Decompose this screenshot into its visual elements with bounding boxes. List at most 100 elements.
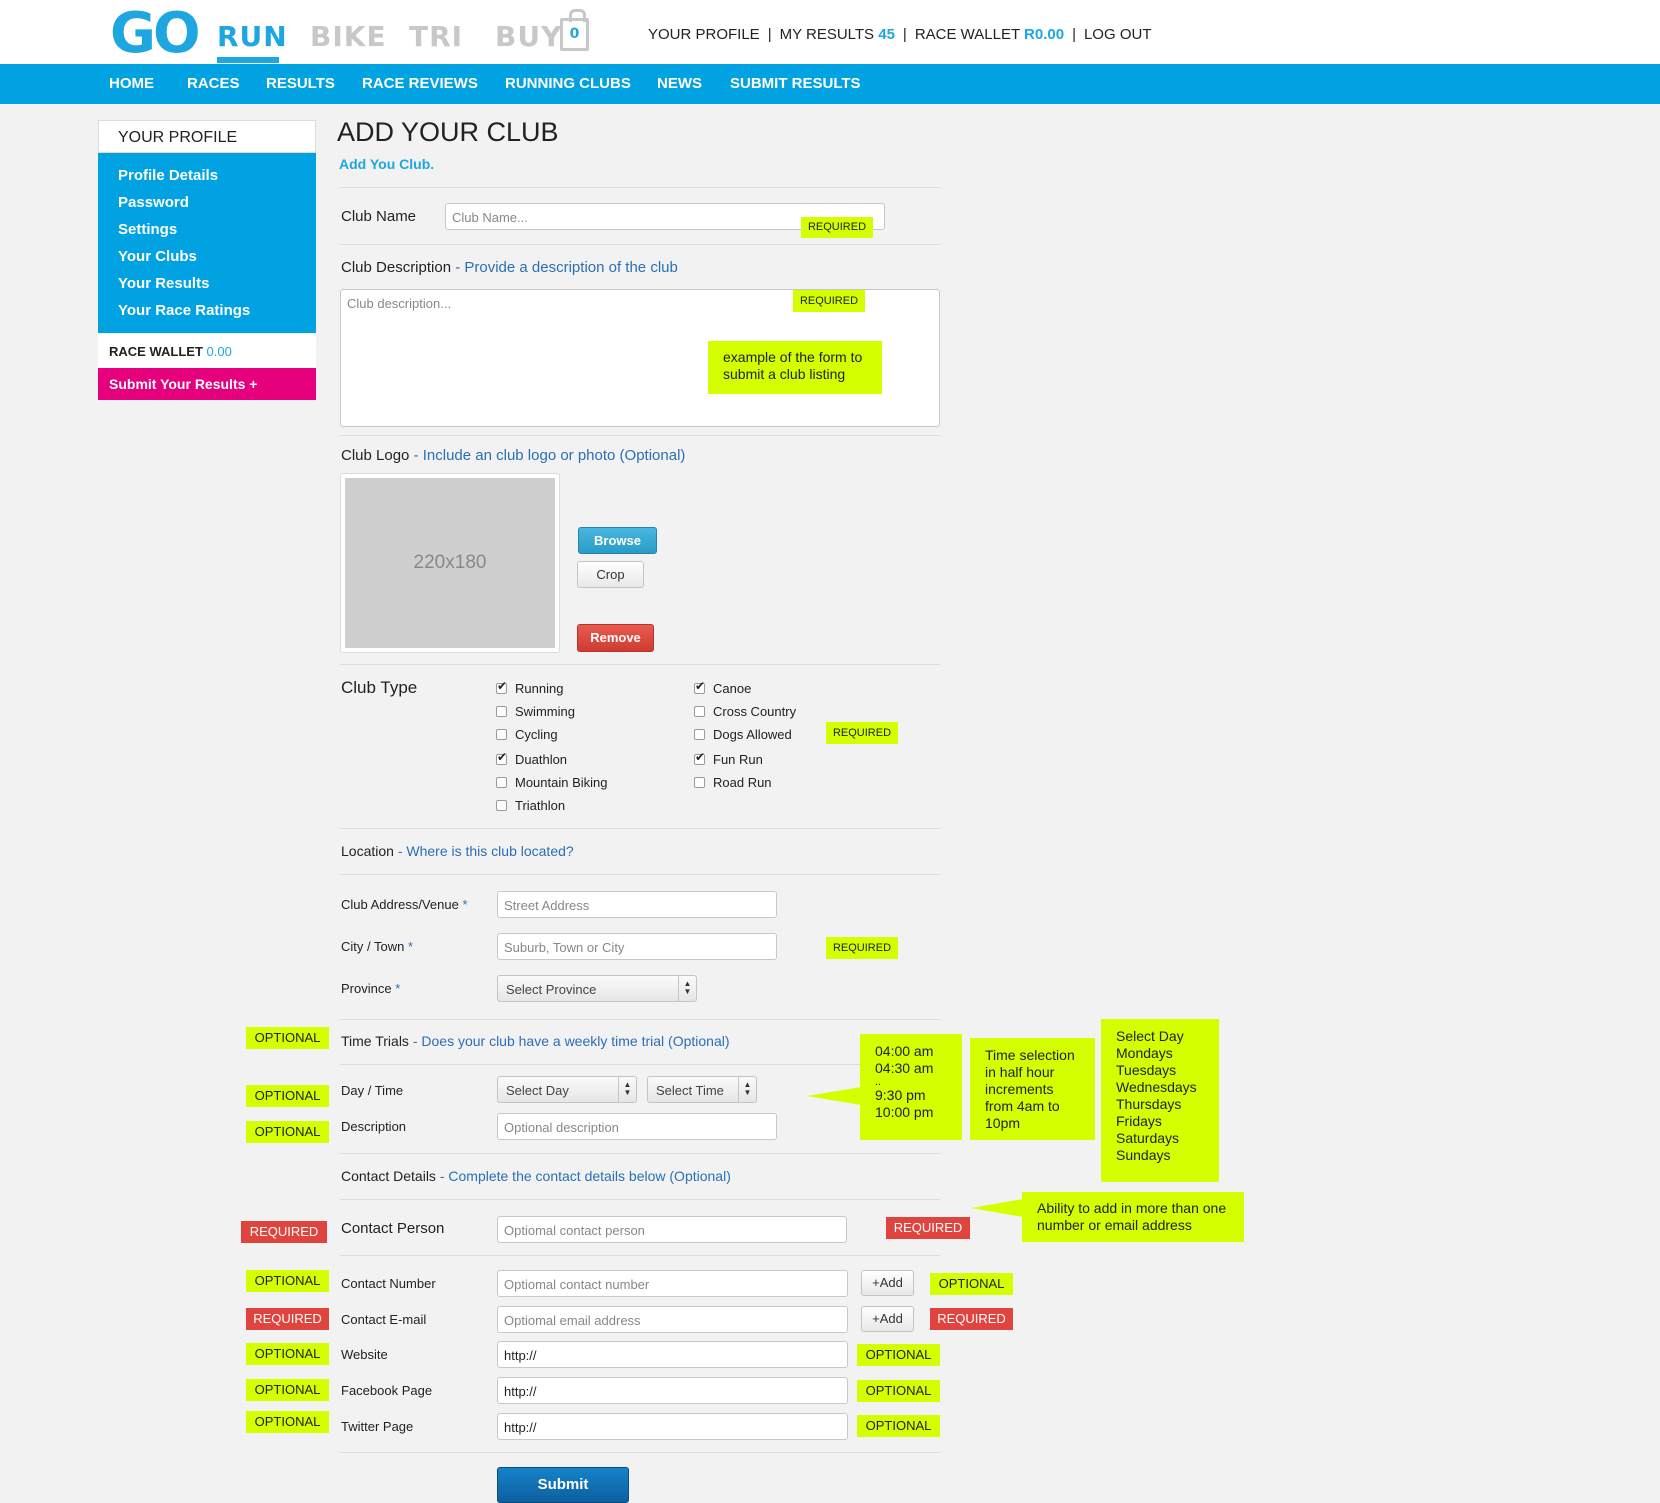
time-selection-note: Time selection in half hour increments f… [970,1038,1095,1140]
checkbox-cycling[interactable]: Cycling [496,727,558,742]
sidebar-title: YOUR PROFILE [98,120,316,153]
add-email-button[interactable]: +Add [861,1306,914,1332]
contact-email-label: Contact E-mail [341,1312,427,1327]
divider [340,1255,940,1256]
facebook-page-input[interactable]: http:// [497,1377,848,1404]
logo-preview-frame: 220x180 [340,473,560,653]
checkbox-triathlon[interactable]: Triathlon [496,798,565,813]
log-out-link[interactable]: LOG OUT [1084,26,1152,43]
submit-results-button[interactable]: Submit Your Results + [98,368,316,400]
required-badge: REQUIRED [826,722,898,744]
checkbox-label: Canoe [713,681,752,696]
select-day-value: Select Day [506,1083,569,1098]
optional-badge: OPTIONAL [930,1273,1013,1295]
select-arrows-icon: ▲ ▼ [618,1077,636,1102]
day-option: Sundays [1116,1147,1171,1163]
multi-contact-note: Ability to add in more than one number o… [1022,1192,1244,1242]
contact-person-input[interactable]: Optiomal contact person [497,1216,847,1243]
checkbox-duathlon[interactable]: Duathlon [496,750,568,767]
my-results-link[interactable]: MY RESULTS 45 [780,26,895,43]
checkbox-canoe[interactable]: Canoe [694,679,752,696]
checkbox-label: Running [515,681,564,696]
sport-tab-buy[interactable]: BUY [495,20,562,53]
race-wallet-link[interactable]: RACE WALLET R0.00 [915,26,1064,43]
checkbox-icon [694,706,705,717]
time-trial-description-input[interactable]: Optional description [497,1113,777,1140]
crop-button[interactable]: Crop [577,561,644,588]
street-address-input[interactable]: Street Address [497,891,777,918]
day-option: Select Day [1116,1028,1184,1044]
required-badge: REQUIRED [930,1308,1013,1330]
shopping-bag-icon[interactable]: 0 [560,9,589,51]
location-label: Location - Where is this club located? [341,843,574,859]
sidebar-item-your-results[interactable]: Your Results [118,275,209,292]
divider [340,664,940,665]
remove-button[interactable]: Remove [577,624,654,652]
province-select-value: Select Province [506,982,597,997]
checkbox-cross-country[interactable]: Cross Country [694,704,796,719]
club-logo-label-text: Club Logo [341,447,410,464]
your-profile-link[interactable]: YOUR PROFILE [648,26,760,43]
required-asterisk: * [407,939,414,954]
checkbox-icon [496,679,507,694]
checkbox-label: Triathlon [515,798,566,813]
city-town-input[interactable]: Suburb, Town or City [497,933,777,960]
nav-running-clubs[interactable]: RUNNING CLUBS [505,75,631,92]
separator: | [767,26,772,43]
day-option: Fridays [1116,1113,1162,1129]
nav-race-reviews[interactable]: RACE REVIEWS [362,75,478,92]
nav-home[interactable]: HOME [109,75,154,92]
main-nav: HOME RACES RESULTS RACE REVIEWS RUNNING … [0,64,1660,104]
nav-news[interactable]: NEWS [657,75,702,92]
sidebar-item-profile-details[interactable]: Profile Details [118,167,218,184]
race-wallet-label: RACE WALLET [914,26,1020,43]
sport-tab-bike[interactable]: BIKE [310,20,387,53]
sidebar-item-settings[interactable]: Settings [118,221,177,238]
checkbox-label: Road Run [713,775,772,790]
nav-races[interactable]: RACES [187,75,240,92]
browse-button[interactable]: Browse [578,527,657,554]
twitter-page-input[interactable]: http:// [497,1413,848,1440]
checkbox-label: Duathlon [515,752,568,767]
checkbox-label: Mountain Biking [515,775,608,790]
contact-email-input[interactable]: Optiomal email address [497,1306,848,1333]
time-trials-label: Time Trials - Does your club have a week… [341,1033,730,1049]
sidebar-race-wallet[interactable]: RACE WALLET 0.00 [98,334,316,368]
checkbox-fun-run[interactable]: Fun Run [694,750,763,767]
sidebar-item-password[interactable]: Password [118,194,189,211]
nav-submit-results[interactable]: SUBMIT RESULTS [730,75,861,92]
go-logo[interactable]: GO [110,4,201,64]
contact-number-input[interactable]: Optiomal contact number [497,1270,848,1297]
checkbox-mountain-biking[interactable]: Mountain Biking [496,775,608,790]
time-trials-label-text: Time Trials [341,1033,409,1049]
province-select[interactable]: Select Province ▲ ▼ [497,975,697,1002]
note-pointer [971,1199,1023,1217]
optional-badge: OPTIONAL [246,1411,329,1433]
checkbox-dogs-allowed[interactable]: Dogs Allowed [694,727,792,742]
optional-badge: OPTIONAL [857,1344,940,1366]
active-tab-indicator [217,57,279,63]
website-input[interactable]: http:// [497,1341,848,1368]
checkbox-icon [694,777,705,788]
divider [340,1452,940,1453]
sidebar-item-race-ratings[interactable]: Your Race Ratings [118,302,250,319]
checkbox-icon [496,750,507,765]
checkbox-label: Swimming [515,704,575,719]
sidebar-item-your-clubs[interactable]: Your Clubs [118,248,197,265]
sport-tab-tri[interactable]: TRI [409,20,463,53]
add-number-button[interactable]: +Add [861,1270,914,1296]
submit-button[interactable]: Submit [497,1467,629,1503]
checkbox-running[interactable]: Running [496,679,564,696]
club-logo-hint: - Include an club logo or photo (Optiona… [413,447,686,464]
facebook-page-label: Facebook Page [341,1383,433,1398]
checkbox-swimming[interactable]: Swimming [496,704,575,719]
nav-results[interactable]: RESULTS [266,75,335,92]
select-arrows-icon: ▲ ▼ [738,1077,756,1102]
select-time-dropdown[interactable]: Select Time ▲ ▼ [647,1076,757,1103]
contact-details-label-text: Contact Details [341,1168,436,1184]
my-results-label: MY RESULTS [779,26,875,43]
checkbox-road-run[interactable]: Road Run [694,775,772,790]
optional-badge: OPTIONAL [857,1415,940,1437]
select-day-dropdown[interactable]: Select Day ▲ ▼ [497,1076,637,1103]
sport-tab-run[interactable]: RUN [217,20,288,53]
